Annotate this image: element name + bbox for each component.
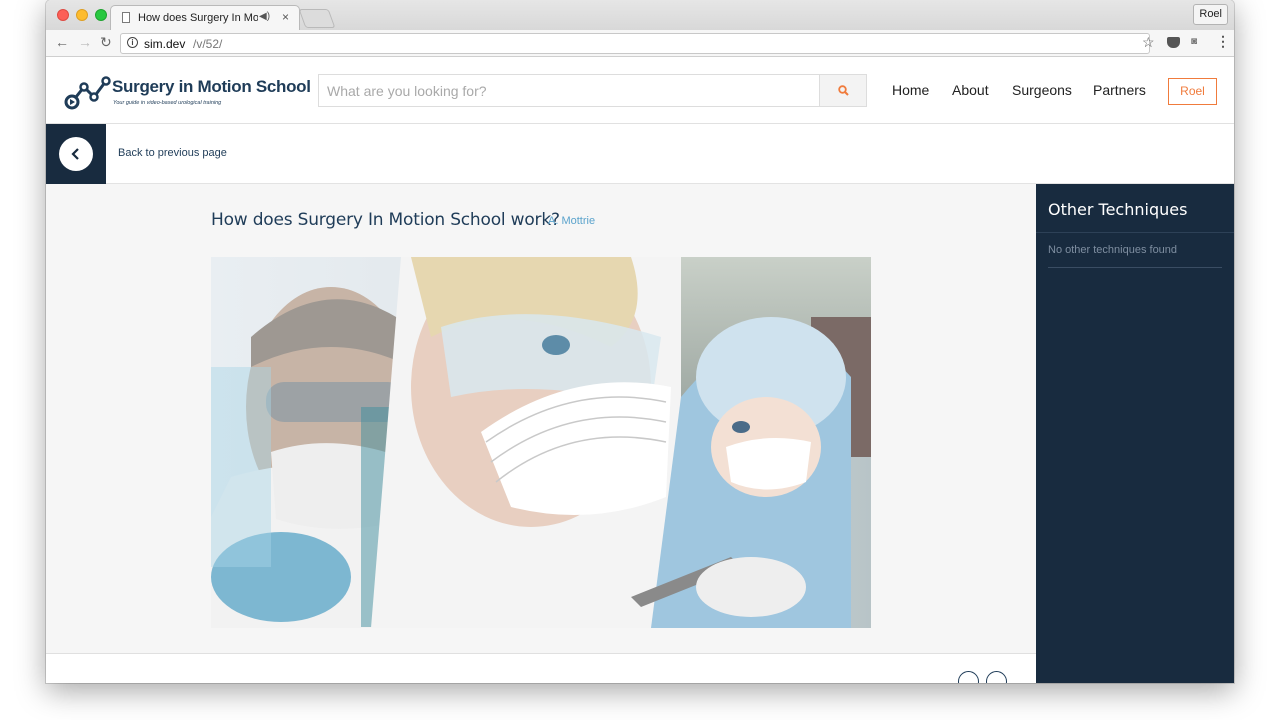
forward-arrow-icon[interactable]: → bbox=[78, 34, 92, 50]
url-host: sim.dev bbox=[144, 37, 186, 51]
back-link[interactable]: Back to previous page bbox=[118, 147, 227, 159]
reload-icon[interactable]: ↻ bbox=[100, 34, 112, 51]
nav-partners[interactable]: Partners bbox=[1093, 82, 1146, 98]
logo-tagline: Your guide in video-based urological tra… bbox=[113, 100, 222, 106]
video-title: How does Surgery In Motion School work? bbox=[211, 210, 560, 230]
browser-toolbar: ← → ↻ i sim.dev /v/52/ ☆ ◙ ⋮ bbox=[46, 30, 1234, 57]
back-circle bbox=[59, 137, 93, 171]
pocket-icon[interactable] bbox=[1167, 37, 1180, 48]
close-tab-icon[interactable]: × bbox=[282, 10, 289, 24]
browser-tab[interactable]: How does Surgery In Motio ◀) × bbox=[110, 5, 300, 30]
back-bar: Back to previous page bbox=[46, 124, 1234, 184]
search-button[interactable] bbox=[819, 74, 867, 107]
nav-surgeons[interactable]: Surgeons bbox=[1012, 82, 1072, 98]
search-input[interactable] bbox=[318, 74, 820, 107]
embed-code-icon[interactable] bbox=[958, 671, 979, 683]
share-icon[interactable] bbox=[986, 671, 1007, 683]
back-arrow-icon[interactable]: ← bbox=[55, 34, 69, 50]
search-icon bbox=[838, 85, 849, 96]
minimize-window-button[interactable] bbox=[76, 9, 88, 21]
profile-button[interactable]: Roel bbox=[1193, 4, 1228, 25]
user-account-button[interactable]: Roel bbox=[1168, 78, 1217, 105]
content-footer bbox=[46, 653, 1036, 683]
url-path: /v/52/ bbox=[193, 37, 223, 51]
camera-icon[interactable]: ◙ bbox=[1191, 36, 1197, 47]
more-menu-icon[interactable]: ⋮ bbox=[1216, 33, 1230, 50]
video-thumbnail[interactable] bbox=[211, 257, 871, 628]
logo-icon[interactable] bbox=[64, 73, 114, 118]
video-author-link[interactable]: A. Mottrie bbox=[548, 215, 595, 227]
chevron-left-icon bbox=[71, 148, 79, 160]
surgeons-image bbox=[211, 257, 871, 628]
info-icon[interactable]: i bbox=[127, 37, 138, 48]
main-content: How does Surgery In Motion School work? … bbox=[46, 184, 1036, 653]
tab-bar: How does Surgery In Motio ◀) × Roel bbox=[46, 0, 1234, 30]
speaker-icon[interactable]: ◀) bbox=[259, 11, 270, 22]
tab-title: How does Surgery In Motio bbox=[138, 12, 258, 24]
sidebar-empty-message: No other techniques found bbox=[1048, 244, 1178, 256]
sidebar-divider bbox=[1036, 232, 1234, 233]
sidebar-divider bbox=[1048, 267, 1222, 268]
sidebar-title: Other Techniques bbox=[1048, 200, 1188, 219]
new-tab-button[interactable] bbox=[298, 9, 336, 28]
close-window-button[interactable] bbox=[57, 9, 69, 21]
nav-about[interactable]: About bbox=[952, 82, 989, 98]
maximize-window-button[interactable] bbox=[95, 9, 107, 21]
site-header: Surgery in Motion School Your guide in v… bbox=[46, 57, 1234, 124]
bookmark-star-icon[interactable]: ☆ bbox=[1142, 34, 1155, 51]
nav-home[interactable]: Home bbox=[892, 82, 929, 98]
document-icon bbox=[122, 12, 130, 23]
browser-window: How does Surgery In Motio ◀) × Roel ← → … bbox=[46, 0, 1234, 683]
logo-name[interactable]: Surgery in Motion School bbox=[112, 77, 311, 97]
address-bar[interactable]: i sim.dev /v/52/ bbox=[120, 33, 1150, 54]
other-techniques-sidebar: Other Techniques No other techniques fou… bbox=[1036, 184, 1234, 683]
back-button[interactable] bbox=[46, 124, 106, 184]
